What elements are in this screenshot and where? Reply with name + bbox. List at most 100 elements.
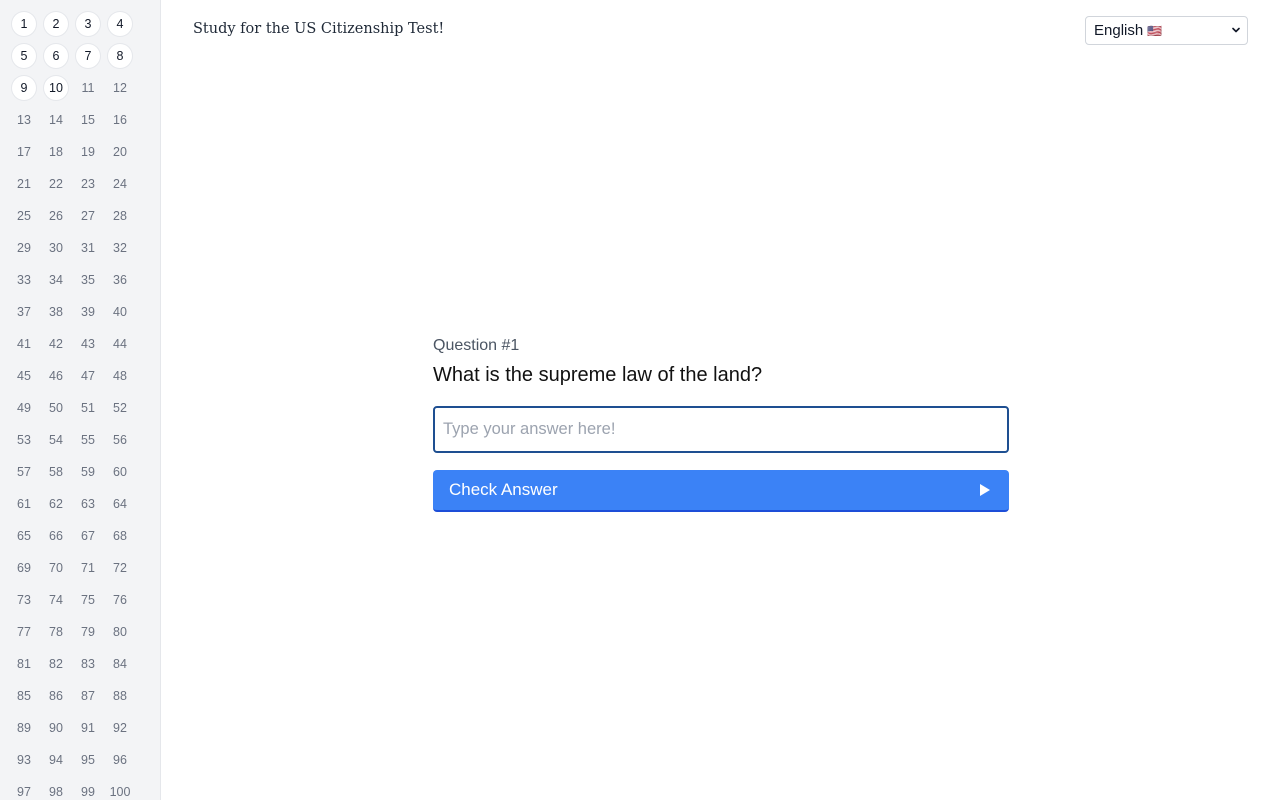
question-nav-button[interactable]: 81 bbox=[12, 652, 36, 676]
question-nav-button[interactable]: 98 bbox=[44, 780, 68, 800]
question-nav-button[interactable]: 27 bbox=[76, 204, 100, 228]
question-nav-button[interactable]: 2 bbox=[44, 12, 68, 36]
question-nav-button[interactable]: 26 bbox=[44, 204, 68, 228]
question-nav-button[interactable]: 56 bbox=[108, 428, 132, 452]
question-nav-button[interactable]: 53 bbox=[12, 428, 36, 452]
question-nav-button[interactable]: 58 bbox=[44, 460, 68, 484]
question-nav-button[interactable]: 37 bbox=[12, 300, 36, 324]
question-nav-button[interactable]: 57 bbox=[12, 460, 36, 484]
question-nav-button[interactable]: 24 bbox=[108, 172, 132, 196]
question-nav-button[interactable]: 69 bbox=[12, 556, 36, 580]
question-nav-button[interactable]: 71 bbox=[76, 556, 100, 580]
question-nav-button[interactable]: 40 bbox=[108, 300, 132, 324]
question-nav-button[interactable]: 89 bbox=[12, 716, 36, 740]
question-nav-button[interactable]: 76 bbox=[108, 588, 132, 612]
question-nav-button[interactable]: 73 bbox=[12, 588, 36, 612]
question-nav-button[interactable]: 16 bbox=[108, 108, 132, 132]
question-nav-button[interactable]: 20 bbox=[108, 140, 132, 164]
question-nav-button[interactable]: 45 bbox=[12, 364, 36, 388]
question-nav-button[interactable]: 55 bbox=[76, 428, 100, 452]
question-nav-button[interactable]: 59 bbox=[76, 460, 100, 484]
language-select[interactable]: English 🇺🇸 bbox=[1085, 16, 1248, 45]
question-nav-button[interactable]: 64 bbox=[108, 492, 132, 516]
question-nav-button[interactable]: 29 bbox=[12, 236, 36, 260]
check-answer-button[interactable]: Check Answer bbox=[433, 470, 1009, 512]
question-nav-button[interactable]: 70 bbox=[44, 556, 68, 580]
question-nav-button[interactable]: 47 bbox=[76, 364, 100, 388]
question-nav-button[interactable]: 17 bbox=[12, 140, 36, 164]
question-nav-button[interactable]: 54 bbox=[44, 428, 68, 452]
question-nav-button[interactable]: 18 bbox=[44, 140, 68, 164]
question-nav-button[interactable]: 36 bbox=[108, 268, 132, 292]
question-nav-button[interactable]: 22 bbox=[44, 172, 68, 196]
question-nav-button[interactable]: 50 bbox=[44, 396, 68, 420]
question-nav-button[interactable]: 46 bbox=[44, 364, 68, 388]
question-nav-button[interactable]: 34 bbox=[44, 268, 68, 292]
question-nav-button[interactable]: 68 bbox=[108, 524, 132, 548]
question-nav-button[interactable]: 5 bbox=[12, 44, 36, 68]
question-nav-button[interactable]: 7 bbox=[76, 44, 100, 68]
question-nav-button[interactable]: 87 bbox=[76, 684, 100, 708]
question-nav-button[interactable]: 60 bbox=[108, 460, 132, 484]
question-nav-button[interactable]: 8 bbox=[108, 44, 132, 68]
question-nav-button[interactable]: 42 bbox=[44, 332, 68, 356]
question-nav-button[interactable]: 85 bbox=[12, 684, 36, 708]
question-nav-button[interactable]: 4 bbox=[108, 12, 132, 36]
question-nav-button[interactable]: 75 bbox=[76, 588, 100, 612]
question-nav-button[interactable]: 94 bbox=[44, 748, 68, 772]
question-nav-button[interactable]: 11 bbox=[76, 76, 100, 100]
question-nav-button[interactable]: 99 bbox=[76, 780, 100, 800]
question-nav-button[interactable]: 90 bbox=[44, 716, 68, 740]
question-nav-button[interactable]: 62 bbox=[44, 492, 68, 516]
answer-input[interactable] bbox=[433, 406, 1009, 453]
question-nav-button[interactable]: 95 bbox=[76, 748, 100, 772]
question-nav-button[interactable]: 41 bbox=[12, 332, 36, 356]
question-nav-button[interactable]: 82 bbox=[44, 652, 68, 676]
question-nav-button[interactable]: 32 bbox=[108, 236, 132, 260]
question-nav-button[interactable]: 19 bbox=[76, 140, 100, 164]
question-nav-button[interactable]: 86 bbox=[44, 684, 68, 708]
question-nav-button[interactable]: 74 bbox=[44, 588, 68, 612]
question-nav-button[interactable]: 33 bbox=[12, 268, 36, 292]
question-nav-button[interactable]: 66 bbox=[44, 524, 68, 548]
question-nav-button[interactable]: 28 bbox=[108, 204, 132, 228]
question-nav-button[interactable]: 35 bbox=[76, 268, 100, 292]
question-nav-button[interactable]: 38 bbox=[44, 300, 68, 324]
question-nav-button[interactable]: 10 bbox=[44, 76, 68, 100]
question-nav-button[interactable]: 1 bbox=[12, 12, 36, 36]
question-nav-button[interactable]: 77 bbox=[12, 620, 36, 644]
question-nav-button[interactable]: 14 bbox=[44, 108, 68, 132]
question-nav-button[interactable]: 79 bbox=[76, 620, 100, 644]
question-nav-button[interactable]: 49 bbox=[12, 396, 36, 420]
question-nav-button[interactable]: 88 bbox=[108, 684, 132, 708]
question-nav-button[interactable]: 12 bbox=[108, 76, 132, 100]
question-nav-button[interactable]: 93 bbox=[12, 748, 36, 772]
question-nav-button[interactable]: 84 bbox=[108, 652, 132, 676]
question-nav-button[interactable]: 61 bbox=[12, 492, 36, 516]
question-nav-button[interactable]: 72 bbox=[108, 556, 132, 580]
question-nav-button[interactable]: 15 bbox=[76, 108, 100, 132]
question-nav-button[interactable]: 44 bbox=[108, 332, 132, 356]
question-nav-button[interactable]: 51 bbox=[76, 396, 100, 420]
question-nav-button[interactable]: 67 bbox=[76, 524, 100, 548]
question-nav-button[interactable]: 80 bbox=[108, 620, 132, 644]
question-nav-button[interactable]: 52 bbox=[108, 396, 132, 420]
question-nav-button[interactable]: 97 bbox=[12, 780, 36, 800]
question-nav-button[interactable]: 100 bbox=[108, 780, 132, 800]
question-nav-button[interactable]: 48 bbox=[108, 364, 132, 388]
question-nav-button[interactable]: 25 bbox=[12, 204, 36, 228]
question-nav-button[interactable]: 30 bbox=[44, 236, 68, 260]
question-nav-button[interactable]: 78 bbox=[44, 620, 68, 644]
question-nav-button[interactable]: 83 bbox=[76, 652, 100, 676]
question-nav-button[interactable]: 39 bbox=[76, 300, 100, 324]
question-nav-button[interactable]: 6 bbox=[44, 44, 68, 68]
question-nav-button[interactable]: 23 bbox=[76, 172, 100, 196]
question-nav-button[interactable]: 92 bbox=[108, 716, 132, 740]
question-nav-button[interactable]: 31 bbox=[76, 236, 100, 260]
question-nav-button[interactable]: 9 bbox=[12, 76, 36, 100]
question-nav-button[interactable]: 65 bbox=[12, 524, 36, 548]
question-nav-button[interactable]: 21 bbox=[12, 172, 36, 196]
question-nav-button[interactable]: 96 bbox=[108, 748, 132, 772]
question-nav-button[interactable]: 3 bbox=[76, 12, 100, 36]
question-nav-button[interactable]: 43 bbox=[76, 332, 100, 356]
